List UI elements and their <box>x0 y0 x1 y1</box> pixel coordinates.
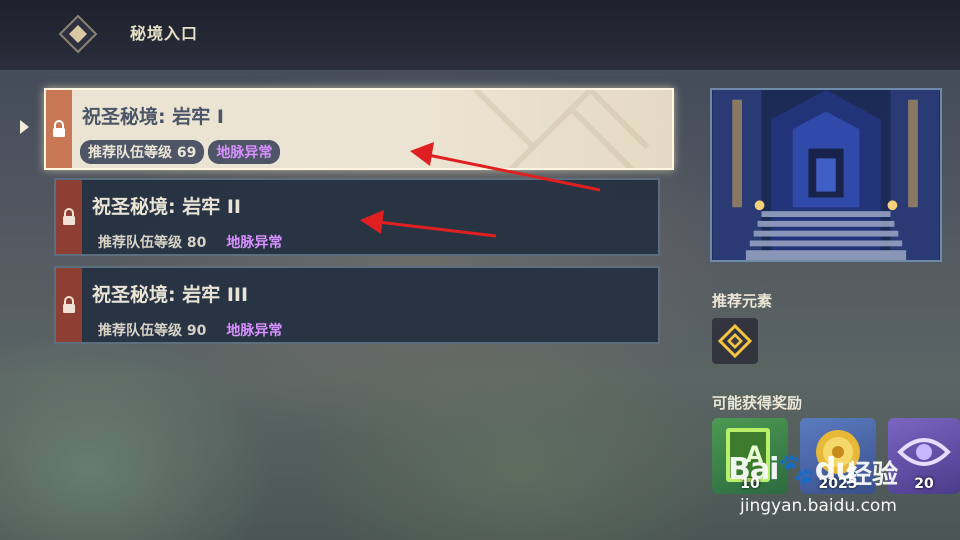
lock-strip <box>46 90 72 168</box>
possible-rewards-label: 可能获得奖励 <box>712 394 803 412</box>
diamond-icon <box>58 14 98 54</box>
lock-strip <box>56 268 82 342</box>
domain-entry-2[interactable]: 祝圣秘境: 岩牢 II 推荐队伍等级 80 地脉异常 <box>54 178 660 256</box>
domain-tags: 推荐队伍等级 80 地脉异常 <box>90 230 290 254</box>
lock-icon <box>63 296 75 313</box>
baidu-watermark: Bai🐾du 经验 jingyan.baidu.com <box>728 452 960 522</box>
domain-preview-image <box>710 88 942 262</box>
ley-line-anomaly-badge: 地脉异常 <box>226 235 283 251</box>
lock-icon <box>53 120 65 137</box>
geo-element-icon <box>718 324 752 358</box>
recommended-elements-label: 推荐元素 <box>712 292 773 310</box>
ley-line-anomaly-badge: 地脉异常 <box>208 140 281 164</box>
domain-title: 祝圣秘境: 岩牢 III <box>92 284 249 306</box>
recommended-level-badge: 推荐队伍等级 69 <box>80 140 205 164</box>
domain-entry-body: 祝圣秘境: 岩牢 III 推荐队伍等级 90 地脉异常 <box>82 268 658 342</box>
domain-entry-1[interactable]: 祝圣秘境: 岩牢 I 推荐队伍等级 69 地脉异常 <box>44 88 674 170</box>
watermark-url: jingyan.baidu.com <box>740 496 897 516</box>
top-bar: 秘境入口 <box>0 0 960 70</box>
domain-list: 祝圣秘境: 岩牢 I 推荐队伍等级 69 地脉异常 祝圣秘境: 岩牢 II 推荐… <box>44 88 674 348</box>
domain-tags: 推荐队伍等级 90 地脉异常 <box>90 318 290 342</box>
selection-indicator-icon <box>20 120 29 134</box>
paw-icon: 🐾 <box>778 452 815 487</box>
page-title: 秘境入口 <box>130 24 199 43</box>
domain-entry-3[interactable]: 祝圣秘境: 岩牢 III 推荐队伍等级 90 地脉异常 <box>54 266 660 344</box>
domain-title: 祝圣秘境: 岩牢 I <box>82 106 224 128</box>
lock-strip <box>56 180 82 254</box>
domain-title: 祝圣秘境: 岩牢 II <box>92 196 241 218</box>
decorative-pattern <box>472 90 650 168</box>
domain-entry-body: 祝圣秘境: 岩牢 I 推荐队伍等级 69 地脉异常 <box>72 90 672 168</box>
recommended-level-badge: 推荐队伍等级 80 <box>98 235 207 251</box>
domain-entry-body: 祝圣秘境: 岩牢 II 推荐队伍等级 80 地脉异常 <box>82 180 658 254</box>
domain-tags: 推荐队伍等级 69 地脉异常 <box>80 140 281 164</box>
ley-line-anomaly-badge: 地脉异常 <box>226 323 283 339</box>
recommended-element <box>712 318 758 364</box>
watermark-jingyan: 经验 <box>846 460 899 490</box>
watermark-logo: Bai🐾du <box>728 452 857 487</box>
recommended-level-badge: 推荐队伍等级 90 <box>98 323 207 339</box>
lock-icon <box>63 208 75 225</box>
